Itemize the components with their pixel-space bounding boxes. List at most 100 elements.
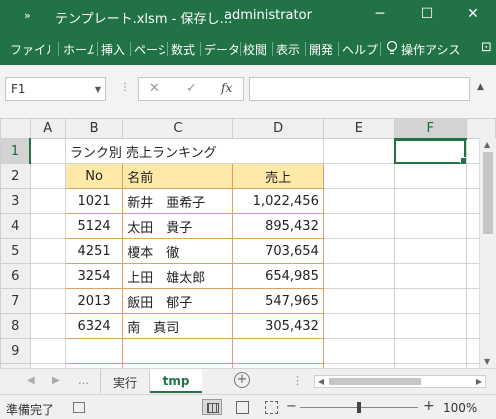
select-all-corner[interactable] bbox=[0, 118, 31, 139]
resize-handle-icon[interactable]: ⋮ bbox=[120, 82, 131, 93]
sheet-nav-prev-icon[interactable]: ◀ bbox=[27, 375, 35, 386]
table-cell-no[interactable]: 1021 bbox=[64, 188, 124, 214]
table-cell-no[interactable]: 5124 bbox=[64, 213, 124, 239]
table-header-name[interactable]: 名前 bbox=[122, 163, 234, 189]
table-cell-name[interactable]: 太田 貴子 bbox=[122, 213, 234, 239]
tab-insert[interactable]: 挿入 bbox=[101, 41, 127, 58]
page-break-view-icon[interactable] bbox=[261, 399, 281, 415]
cell-a5[interactable] bbox=[29, 238, 66, 264]
enter-icon[interactable]: ✓ bbox=[186, 81, 197, 96]
cell-f8[interactable] bbox=[393, 313, 467, 339]
row-header-6[interactable]: 6 bbox=[0, 263, 31, 289]
cell-e1[interactable] bbox=[322, 138, 395, 164]
user-name[interactable]: administrator bbox=[224, 8, 312, 23]
add-sheet-button[interactable]: + bbox=[234, 372, 250, 388]
cell-e4[interactable] bbox=[322, 213, 395, 239]
tab-developer[interactable]: 開発 bbox=[309, 41, 335, 58]
cell-f2[interactable] bbox=[393, 163, 467, 189]
insert-function-icon[interactable]: fx bbox=[221, 81, 232, 95]
column-header-a[interactable]: A bbox=[29, 118, 66, 139]
cell-a2[interactable] bbox=[29, 163, 66, 189]
cell-e5[interactable] bbox=[322, 238, 395, 264]
cell-a8[interactable] bbox=[29, 313, 66, 339]
cell-e3[interactable] bbox=[322, 188, 395, 214]
zoom-out-button[interactable]: − bbox=[286, 399, 297, 414]
zoom-slider-thumb[interactable] bbox=[357, 402, 361, 413]
sheet-nav-next-icon[interactable]: ▶ bbox=[52, 375, 60, 386]
scroll-up-icon[interactable]: ▲ bbox=[484, 140, 490, 149]
row-header-3[interactable]: 3 bbox=[0, 188, 31, 214]
table-cell-sales[interactable]: 654,985 bbox=[232, 263, 324, 289]
table-cell-sales[interactable]: 547,965 bbox=[232, 288, 324, 314]
cell-a9[interactable] bbox=[29, 338, 66, 364]
table-cell-sales[interactable]: 895,432 bbox=[232, 213, 324, 239]
scroll-right-icon[interactable]: ▶ bbox=[476, 377, 482, 386]
chevron-down-icon[interactable]: ▼ bbox=[95, 85, 101, 94]
table-cell-sales[interactable]: 305,432 bbox=[232, 313, 324, 339]
horizontal-scrollbar[interactable]: ◀ ▶ bbox=[314, 375, 486, 388]
tab-review[interactable]: 校閲 bbox=[243, 41, 269, 58]
lightbulb-icon[interactable] bbox=[386, 40, 398, 56]
cell-e7[interactable] bbox=[322, 288, 395, 314]
zoom-percent[interactable]: 100% bbox=[443, 401, 477, 415]
sheet-tab-jikko[interactable]: 実行 bbox=[100, 369, 150, 393]
tab-page-layout[interactable]: ページ bbox=[134, 41, 165, 58]
table-cell-name[interactable]: 上田 雄太郎 bbox=[122, 263, 234, 289]
table-cell-empty[interactable] bbox=[64, 338, 124, 364]
ellipsis-icon[interactable]: … bbox=[78, 374, 89, 387]
row-header-2[interactable]: 2 bbox=[0, 163, 31, 189]
table-cell-name[interactable]: 新井 亜希子 bbox=[122, 188, 234, 214]
macro-record-icon[interactable] bbox=[73, 402, 85, 413]
row-header-8[interactable]: 8 bbox=[0, 313, 31, 339]
tab-view[interactable]: 表示 bbox=[276, 41, 302, 58]
cell-e2[interactable] bbox=[322, 163, 395, 189]
table-cell-no[interactable]: 4251 bbox=[64, 238, 124, 264]
tab-home[interactable]: ホーム bbox=[63, 41, 94, 58]
minimize-icon[interactable]: ─ bbox=[370, 6, 390, 22]
sheet-tab-tmp[interactable]: tmp bbox=[150, 369, 202, 393]
tab-data[interactable]: データ bbox=[204, 41, 238, 58]
column-header-e[interactable]: E bbox=[322, 118, 395, 139]
table-cell-name[interactable]: 榎本 徹 bbox=[122, 238, 234, 264]
tab-file[interactable]: ファイル bbox=[10, 41, 50, 58]
cell-a3[interactable] bbox=[29, 188, 66, 214]
page-layout-view-icon[interactable] bbox=[232, 399, 252, 415]
table-cell-no[interactable]: 2013 bbox=[64, 288, 124, 314]
cell-b1-title[interactable]: ランク別 売上ランキング bbox=[64, 138, 324, 164]
column-header-d[interactable]: D bbox=[232, 118, 324, 139]
cell-a4[interactable] bbox=[29, 213, 66, 239]
cell-e9[interactable] bbox=[322, 338, 395, 364]
close-icon[interactable]: ✕ bbox=[463, 6, 483, 22]
table-header-sales[interactable]: 売上 bbox=[232, 163, 324, 189]
cell-f5[interactable] bbox=[393, 238, 467, 264]
tab-help[interactable]: ヘルプ bbox=[342, 41, 378, 58]
table-cell-empty[interactable] bbox=[232, 338, 324, 364]
cell-e8[interactable] bbox=[322, 313, 395, 339]
table-cell-no[interactable]: 6324 bbox=[64, 313, 124, 339]
scroll-thumb[interactable] bbox=[329, 378, 421, 385]
cell-a6[interactable] bbox=[29, 263, 66, 289]
row-header-1[interactable]: 1 bbox=[0, 138, 32, 164]
cell-a7[interactable] bbox=[29, 288, 66, 314]
table-cell-sales[interactable]: 703,654 bbox=[232, 238, 324, 264]
more-icon[interactable]: ⋮ bbox=[292, 374, 303, 387]
quick-access-toolbar-icon[interactable]: » bbox=[24, 9, 31, 22]
table-header-no[interactable]: No bbox=[64, 163, 124, 189]
tell-me-search[interactable]: 操作アシス bbox=[401, 41, 465, 58]
cancel-icon[interactable]: ✕ bbox=[149, 81, 160, 96]
tab-formulas[interactable]: 数式 bbox=[171, 41, 197, 58]
cell-a1[interactable] bbox=[29, 138, 66, 164]
maximize-icon[interactable]: ☐ bbox=[417, 6, 437, 22]
column-header-c[interactable]: C bbox=[122, 118, 234, 139]
share-icon[interactable]: ⊡ bbox=[481, 40, 496, 55]
cell-f3[interactable] bbox=[393, 188, 467, 214]
row-header-9[interactable]: 9 bbox=[0, 338, 31, 364]
scroll-left-icon[interactable]: ◀ bbox=[318, 377, 324, 386]
cell-e6[interactable] bbox=[322, 263, 395, 289]
cell-f1-active[interactable] bbox=[393, 138, 467, 164]
name-box[interactable]: F1 ▼ bbox=[5, 77, 106, 101]
table-cell-empty[interactable] bbox=[122, 338, 234, 364]
row-header-5[interactable]: 5 bbox=[0, 238, 31, 264]
cell-f7[interactable] bbox=[393, 288, 467, 314]
vertical-scrollbar[interactable]: ▲ ▼ bbox=[479, 138, 496, 368]
